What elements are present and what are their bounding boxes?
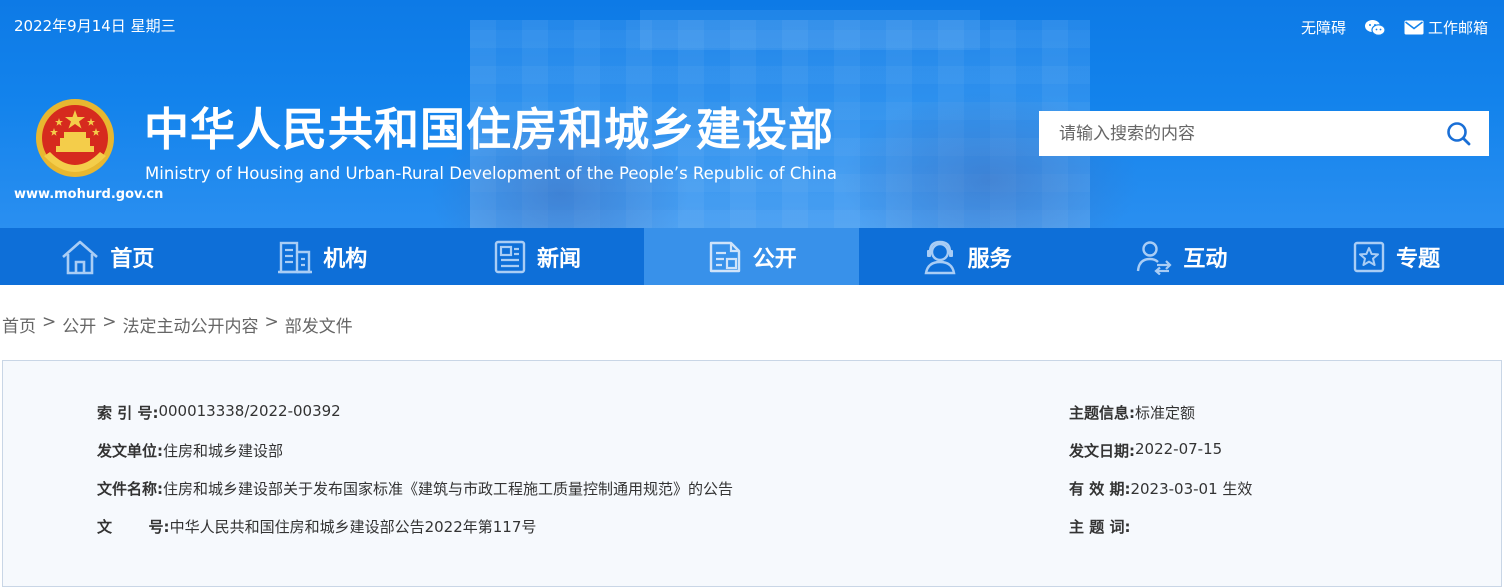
breadcrumb-separator: > [264, 312, 279, 332]
breadcrumb-ministry-documents[interactable]: 部发文件 [285, 312, 353, 337]
nav-item-disclosure[interactable]: 公开 [644, 228, 860, 285]
top-links: 无障碍 工作邮箱 [1301, 17, 1488, 38]
info-name-row: 文件名称: 住房和城乡建设部关于发布国家标准《建筑与市政工程施工质量控制通用规范… [97, 478, 733, 499]
info-number-row: 文 号: 中华人民共和国住房和城乡建设部公告2022年第117号 [97, 516, 536, 537]
news-icon [494, 240, 526, 273]
info-date-row: 发文日期: 2022-07-15 [1069, 440, 1222, 461]
main-nav: 首页 机构 新闻 公开 服务 互动 专题 [0, 228, 1504, 285]
search-input[interactable] [1039, 111, 1429, 156]
nav-item-organization[interactable]: 机构 [215, 228, 430, 285]
info-validity-label: 有 效 期: [1069, 480, 1131, 498]
info-name-label: 文件名称: [97, 480, 163, 498]
current-date: 2022年9月14日 星期三 [14, 17, 176, 35]
wechat-icon [1364, 19, 1386, 36]
mail-icon [1404, 20, 1424, 35]
nav-item-label: 机构 [323, 246, 368, 272]
header-building-roof [640, 10, 980, 50]
breadcrumb-home[interactable]: 首页 [2, 312, 36, 337]
work-mail-link[interactable]: 工作邮箱 [1404, 17, 1488, 38]
site-header: 2022年9月14日 星期三 无障碍 工作邮箱 www.mohurd.gov.c… [0, 0, 1504, 228]
info-date-label: 发文日期: [1069, 442, 1135, 460]
site-subtitle: Ministry of Housing and Urban-Rural Deve… [145, 164, 837, 183]
info-issuer-label: 发文单位: [97, 442, 163, 460]
breadcrumb-disclosure[interactable]: 公开 [62, 312, 96, 337]
info-keywords-row: 主 题 词: [1069, 516, 1130, 537]
work-mail-label: 工作邮箱 [1427, 19, 1488, 37]
nav-item-interaction[interactable]: 互动 [1074, 228, 1289, 285]
service-icon [924, 240, 956, 274]
info-topic-label: 主题信息: [1069, 404, 1135, 422]
info-issuer-row: 发文单位: 住房和城乡建设部 [97, 440, 283, 461]
nav-item-label: 服务 [967, 246, 1012, 272]
info-index-row: 索 引 号: 000013338/2022-00392 [97, 402, 341, 423]
breadcrumb-separator: > [102, 312, 117, 332]
home-icon [62, 240, 99, 274]
breadcrumb: 首页 > 公开 > 法定主动公开内容 > 部发文件 [2, 312, 353, 337]
accessibility-link[interactable]: 无障碍 [1301, 17, 1346, 38]
info-name-value: 住房和城乡建设部关于发布国家标准《建筑与市政工程施工质量控制通用规范》的公告 [163, 480, 734, 498]
nav-item-service[interactable]: 服务 [859, 228, 1074, 285]
search-icon [1447, 121, 1471, 145]
info-number-label: 文 号: [97, 518, 170, 536]
nav-item-label: 公开 [752, 246, 797, 272]
national-emblem-icon[interactable] [34, 96, 116, 182]
wechat-link[interactable] [1364, 19, 1386, 37]
site-url: www.mohurd.gov.cn [14, 187, 164, 202]
breadcrumb-separator: > [42, 312, 57, 332]
nav-item-home[interactable]: 首页 [0, 228, 215, 285]
nav-item-label: 新闻 [536, 246, 581, 272]
info-index-value: 000013338/2022-00392 [158, 402, 341, 420]
breadcrumb-statutory-content[interactable]: 法定主动公开内容 [123, 312, 259, 337]
search-box [1039, 111, 1489, 156]
star-icon [1353, 241, 1385, 272]
nav-item-special-topic[interactable]: 专题 [1289, 228, 1504, 285]
nav-item-label: 首页 [110, 246, 155, 272]
nav-item-label: 专题 [1396, 246, 1441, 272]
info-index-label: 索 引 号: [97, 404, 159, 422]
interaction-icon [1137, 240, 1172, 275]
document-icon [709, 241, 740, 272]
info-keywords-label: 主 题 词: [1069, 518, 1131, 536]
building-icon [278, 241, 313, 273]
info-topic-value: 标准定额 [1135, 404, 1196, 422]
info-date-value: 2022-07-15 [1135, 440, 1223, 458]
nav-item-news[interactable]: 新闻 [430, 228, 645, 285]
document-info-panel: 索 引 号: 000013338/2022-00392 主题信息: 标准定额 发… [2, 360, 1502, 587]
info-topic-row: 主题信息: 标准定额 [1069, 402, 1195, 423]
info-number-value: 中华人民共和国住房和城乡建设部公告2022年第117号 [169, 518, 537, 536]
info-issuer-value: 住房和城乡建设部 [163, 442, 284, 460]
info-validity-value: 2023-03-01 生效 [1130, 480, 1253, 498]
search-button[interactable] [1429, 111, 1489, 156]
nav-item-label: 互动 [1183, 246, 1228, 272]
info-validity-row: 有 效 期: 2023-03-01 生效 [1069, 478, 1252, 499]
site-title[interactable]: 中华人民共和国住房和城乡建设部 [144, 100, 834, 160]
